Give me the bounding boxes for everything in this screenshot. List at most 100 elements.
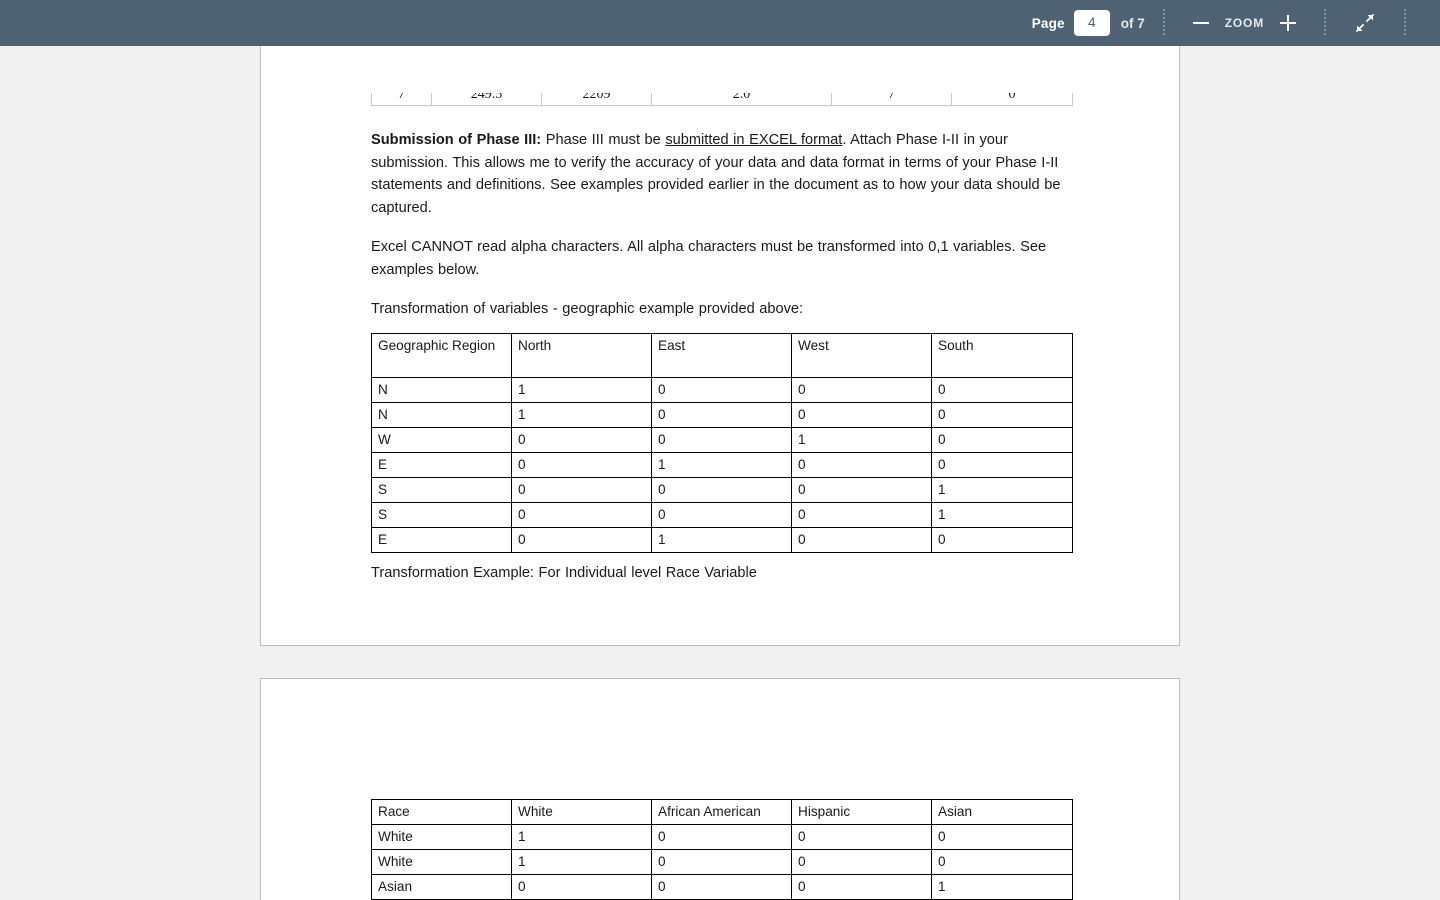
table-row: N 1 0 0 0 xyxy=(371,377,1073,403)
plus-icon xyxy=(1280,15,1296,31)
cell: E xyxy=(371,527,512,553)
cell: 0 xyxy=(931,452,1073,478)
cut-off-data-table: 7 249.5 2209 2.0 7 0 xyxy=(371,93,1073,106)
cell: 0 xyxy=(651,849,792,875)
cell: 0 xyxy=(931,527,1073,553)
cell: 0 xyxy=(931,402,1073,428)
cell: S xyxy=(371,502,512,528)
race-transformation-table: Race White African American Hispanic Asi… xyxy=(371,799,1073,900)
cell: 0 xyxy=(791,527,932,553)
cell: 0 xyxy=(511,477,652,503)
table-header-cell: South xyxy=(931,333,1073,378)
table-row: S 0 0 0 1 xyxy=(371,477,1073,503)
table-header-cell: East xyxy=(651,333,792,378)
cell: 1 xyxy=(511,402,652,428)
cell: 1 xyxy=(511,824,652,850)
cell: W xyxy=(371,427,512,453)
zoom-controls-group: ZOOM xyxy=(1183,0,1306,46)
table-row: 7 249.5 2209 2.0 7 0 xyxy=(371,93,1073,106)
page-navigation-group: Page of 7 xyxy=(1032,0,1145,46)
table-header-cell: Geographic Region xyxy=(371,333,512,378)
viewer-toolbar: Page of 7 ZOOM xyxy=(0,0,1440,46)
cell: 1 xyxy=(931,502,1073,528)
cell: N xyxy=(371,402,512,428)
document-page-4: 7 249.5 2209 2.0 7 0 Submission of Phase… xyxy=(260,46,1180,646)
zoom-out-icon[interactable] xyxy=(1183,16,1219,30)
table-header-row: Race White African American Hispanic Asi… xyxy=(371,799,1073,825)
cell: 7 xyxy=(831,93,952,106)
cell: 0 xyxy=(651,502,792,528)
cell: 0 xyxy=(511,502,652,528)
table-row: White 1 0 0 0 xyxy=(371,824,1073,850)
table-row: N 1 0 0 0 xyxy=(371,402,1073,428)
cell: 0 xyxy=(511,874,652,900)
cell: 1 xyxy=(511,377,652,403)
cell: 0 xyxy=(651,402,792,428)
cut-off-data-table-wrap: 7 249.5 2209 2.0 7 0 xyxy=(371,93,1081,106)
cell: 1 xyxy=(651,452,792,478)
page-number-input[interactable] xyxy=(1073,10,1110,36)
table-row: E 0 1 0 0 xyxy=(371,452,1073,478)
page-count-label: of 7 xyxy=(1120,15,1145,31)
cell: 0 xyxy=(791,874,932,900)
cell: 0 xyxy=(651,824,792,850)
table-header-cell: Race xyxy=(371,799,512,825)
cell: N xyxy=(371,377,512,403)
fullscreen-group xyxy=(1344,0,1386,46)
table-row: W 0 0 1 0 xyxy=(371,427,1073,453)
table-header-cell: White xyxy=(511,799,652,825)
cell: 0 xyxy=(791,377,932,403)
cell: 249.5 xyxy=(431,93,542,106)
cell: 1 xyxy=(791,427,932,453)
toolbar-divider-3 xyxy=(1404,9,1406,37)
cell: 0 xyxy=(791,452,932,478)
cell: 0 xyxy=(651,377,792,403)
table-row: S 0 0 0 1 xyxy=(371,502,1073,528)
table-header-cell: West xyxy=(791,333,932,378)
cell: 0 xyxy=(791,824,932,850)
fullscreen-exit-icon[interactable] xyxy=(1344,6,1386,40)
paragraph-submission-lead: Submission of Phase III: xyxy=(371,132,542,148)
cell: E xyxy=(371,452,512,478)
cell: 0 xyxy=(511,427,652,453)
table-header-row: Geographic Region North East West South xyxy=(371,333,1073,378)
cell: 0 xyxy=(651,477,792,503)
cell: 0 xyxy=(951,93,1073,106)
table-header-cell: North xyxy=(511,333,652,378)
cell: 1 xyxy=(511,849,652,875)
paragraph-submission-part1: Phase III must be xyxy=(541,132,666,148)
cell: 2209 xyxy=(541,93,652,106)
cell: 0 xyxy=(931,824,1073,850)
paragraph-excel-alpha: Excel CANNOT read alpha characters. All … xyxy=(371,239,1047,278)
paragraph-race-transformation-caption: Transformation Example: For Individual l… xyxy=(371,565,757,581)
geographic-region-table: Geographic Region North East West South … xyxy=(371,333,1073,553)
document-viewer[interactable]: 7 249.5 2209 2.0 7 0 Submission of Phase… xyxy=(0,46,1440,900)
cell: 0 xyxy=(931,427,1073,453)
paragraph-submission-underlined: submitted in EXCEL format xyxy=(665,132,843,148)
cell: 1 xyxy=(931,874,1073,900)
table-header-cell: Hispanic xyxy=(791,799,932,825)
cell: White xyxy=(371,824,512,850)
cell: White xyxy=(371,849,512,875)
cell: 0 xyxy=(791,402,932,428)
cell: 1 xyxy=(651,527,792,553)
cell: 0 xyxy=(511,527,652,553)
cell: 0 xyxy=(651,427,792,453)
cell: 2.0 xyxy=(651,93,832,106)
page-label: Page xyxy=(1031,15,1065,31)
paragraph-submission-phase-iii: Submission of Phase III: Phase III must … xyxy=(371,129,1081,219)
cell: 0 xyxy=(931,849,1073,875)
cell: Asian xyxy=(371,874,512,900)
zoom-label[interactable]: ZOOM xyxy=(1225,16,1264,30)
cell: S xyxy=(371,477,512,503)
table-row: Asian 0 0 0 1 xyxy=(371,874,1073,900)
paragraph-transformation-intro: Transformation of variables - geographic… xyxy=(371,301,804,317)
document-page-5: Race White African American Hispanic Asi… xyxy=(260,678,1180,900)
zoom-in-icon[interactable] xyxy=(1270,9,1306,37)
minus-icon xyxy=(1192,22,1209,24)
table-row: White 1 0 0 0 xyxy=(371,849,1073,875)
cell: 0 xyxy=(791,502,932,528)
cell: 1 xyxy=(931,477,1073,503)
table-header-cell: African American xyxy=(651,799,792,825)
table-row: E 0 1 0 0 xyxy=(371,527,1073,553)
